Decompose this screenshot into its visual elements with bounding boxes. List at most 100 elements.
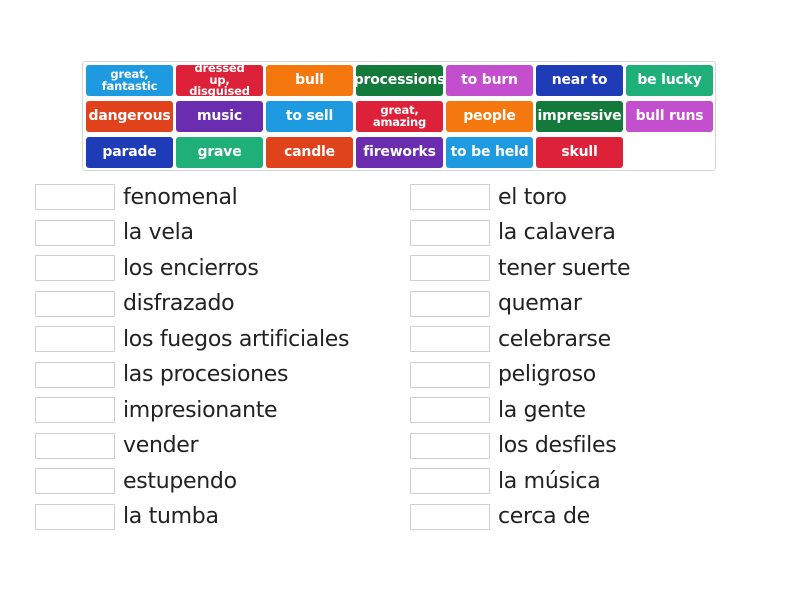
drop-slot[interactable]	[410, 219, 490, 246]
spanish-word: los desfiles	[498, 433, 617, 458]
answer-tile-label: be lucky	[637, 72, 702, 88]
match-row: la gente	[410, 396, 586, 424]
match-row: impresionante	[35, 396, 278, 424]
match-row: tener suerte	[410, 254, 631, 282]
drop-slot[interactable]	[410, 397, 490, 423]
drop-slot[interactable]	[35, 290, 115, 317]
match-row: la calavera	[410, 219, 616, 247]
spanish-word: la vela	[123, 220, 194, 245]
spanish-word: la tumba	[123, 504, 219, 529]
drop-slot[interactable]	[35, 219, 115, 246]
drop-slot[interactable]	[35, 397, 115, 423]
spanish-word: disfrazado	[123, 291, 235, 316]
answer-tile-label: dressed up, disguised	[189, 61, 250, 99]
answer-tile-label: grave	[197, 144, 242, 160]
drop-slot[interactable]	[35, 432, 115, 459]
answer-tile[interactable]: be lucky	[626, 65, 713, 96]
match-row: los fuegos artificiales	[35, 325, 349, 353]
answer-tile-label: to be held	[450, 144, 529, 160]
drop-slot[interactable]	[410, 361, 490, 388]
answer-tile[interactable]: impressive	[536, 101, 623, 132]
answer-tile-label: great, amazing	[372, 103, 427, 129]
answer-tile-label: near to	[551, 72, 608, 88]
drop-slot[interactable]	[410, 326, 490, 352]
drop-slot[interactable]	[410, 255, 490, 281]
spanish-word: estupendo	[123, 468, 237, 494]
answer-tile-label: dangerous	[88, 108, 171, 124]
answer-tile[interactable]: grave	[176, 137, 263, 168]
match-row: peligroso	[410, 361, 596, 389]
match-row: vender	[35, 432, 199, 460]
drop-slot[interactable]	[35, 255, 115, 281]
spanish-word: fenomenal	[123, 184, 238, 210]
answer-tile-label: music	[197, 108, 242, 124]
drop-slot[interactable]	[35, 326, 115, 352]
answer-tile-label: to burn	[461, 72, 518, 88]
spanish-word: quemar	[498, 291, 582, 316]
match-row: la vela	[35, 219, 194, 247]
answer-tile[interactable]: dangerous	[86, 101, 173, 132]
answer-tile-label: processions	[353, 72, 446, 88]
answer-tile[interactable]: fireworks	[356, 137, 443, 168]
answer-tile[interactable]: to be held	[446, 137, 533, 168]
match-row: los encierros	[35, 254, 259, 282]
match-row: quemar	[410, 290, 582, 318]
answer-tile-label: great, fantastic	[101, 67, 158, 93]
answer-tile-label: fireworks	[363, 144, 436, 160]
drop-slot[interactable]	[410, 290, 490, 317]
match-row: cerca de	[410, 503, 590, 531]
drop-slot[interactable]	[35, 468, 115, 494]
spanish-word: cerca de	[498, 504, 590, 529]
spanish-word: los fuegos artificiales	[123, 326, 350, 352]
answer-tile[interactable]: bull runs	[626, 101, 713, 132]
drop-slot[interactable]	[35, 503, 115, 530]
answer-tile[interactable]: dressed up, disguised	[176, 61, 263, 99]
answer-tile[interactable]: to sell	[266, 101, 353, 132]
answer-tile[interactable]: bull	[266, 65, 353, 96]
spanish-word: el toro	[498, 184, 567, 210]
spanish-word: celebrarse	[498, 326, 611, 352]
spanish-word: la música	[498, 468, 601, 494]
match-row: los desfiles	[410, 432, 617, 460]
answer-tile-label: bull runs	[635, 108, 704, 124]
answer-tile[interactable]: to burn	[446, 65, 533, 96]
match-row: las procesiones	[35, 361, 288, 389]
answer-tile[interactable]: near to	[536, 65, 623, 96]
answer-tile[interactable]: music	[176, 101, 263, 132]
answer-tile[interactable]: skull	[536, 137, 623, 168]
drop-slot[interactable]	[35, 361, 115, 388]
drop-slot[interactable]	[410, 432, 490, 459]
drop-slot[interactable]	[410, 184, 490, 210]
match-row: disfrazado	[35, 290, 235, 318]
spanish-word: los encierros	[123, 255, 259, 281]
answer-tile[interactable]: people	[446, 101, 533, 132]
answer-tile[interactable]: processions	[353, 65, 446, 96]
spanish-word: las procesiones	[123, 362, 289, 387]
answer-tile[interactable]: parade	[86, 137, 173, 168]
drop-slot[interactable]	[410, 468, 490, 494]
answer-tile-tray: great, fantastic dressed up, disguised bul…	[82, 61, 716, 171]
answer-tile-label: candle	[284, 144, 335, 160]
spanish-word: vender	[123, 433, 199, 458]
answer-tile[interactable]: great, fantastic	[86, 65, 173, 96]
answer-tile[interactable]: candle	[266, 137, 353, 168]
answer-tile-label: to sell	[285, 108, 334, 124]
match-row: la música	[410, 467, 601, 495]
answer-tile[interactable]: great, amazing	[356, 101, 443, 132]
spanish-word: peligroso	[498, 362, 596, 387]
answer-tile-label: skull	[561, 144, 598, 160]
match-row: fenomenal	[35, 183, 238, 211]
answer-tile-label: parade	[102, 144, 157, 160]
spanish-word: impresionante	[123, 397, 278, 423]
spanish-word: la calavera	[498, 220, 616, 245]
match-row: estupendo	[35, 467, 237, 495]
match-row: celebrarse	[410, 325, 611, 353]
drop-slot[interactable]	[410, 503, 490, 530]
spanish-word: la gente	[498, 397, 586, 423]
answer-tile-label: impressive	[537, 108, 622, 124]
drop-slot[interactable]	[35, 184, 115, 210]
match-row: el toro	[410, 183, 567, 211]
answer-tile-label: people	[463, 108, 516, 124]
spanish-word: tener suerte	[498, 255, 631, 281]
answer-tile-label: bull	[295, 72, 324, 88]
